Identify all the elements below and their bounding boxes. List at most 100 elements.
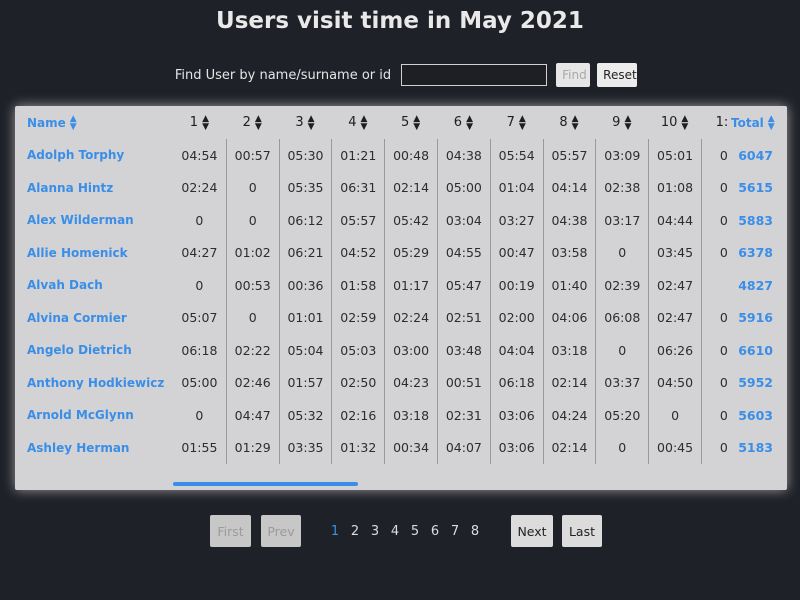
sort-icon[interactable]: ▲▼ bbox=[572, 114, 579, 131]
page-number-link[interactable]: 2 bbox=[345, 524, 365, 539]
reset-button[interactable]: Reset bbox=[597, 63, 638, 87]
page-number-link[interactable]: 7 bbox=[445, 524, 465, 539]
visit-time-cell: 03:06 bbox=[489, 431, 543, 464]
visit-time-cell: 01:17 bbox=[384, 269, 437, 302]
visit-time-cell: 05:00 bbox=[181, 375, 218, 391]
visit-time-cell: 02:14 bbox=[542, 431, 596, 464]
day-column-header[interactable]: 8 ▲ ▼ bbox=[543, 106, 596, 139]
day-column-header[interactable]: 10 ▲ ▼ bbox=[648, 106, 701, 139]
visit-time-cell: 04:52 bbox=[331, 236, 384, 269]
total-value: 5603 bbox=[738, 407, 773, 423]
page-number-link[interactable]: 5 bbox=[405, 524, 425, 539]
visit-time-cell: 03:58 bbox=[542, 236, 596, 269]
visit-time-cell: 06:31 bbox=[331, 171, 384, 204]
user-name-link[interactable]: Alex Wilderman bbox=[15, 204, 173, 237]
next-page-button[interactable]: Next bbox=[511, 515, 553, 547]
day-column-header[interactable]: 7 ▲ ▼ bbox=[490, 106, 543, 139]
search-label: Find User by name/surname or id bbox=[174, 67, 392, 83]
visit-time-cell: 05:35 bbox=[278, 171, 332, 204]
user-name-link[interactable]: Alvah Dach bbox=[15, 269, 173, 302]
visit-time-cell: 05:04 bbox=[278, 334, 332, 367]
total-value: 4827 bbox=[738, 277, 773, 293]
visit-table: Name▲▼1▲▼2▲▼3▲▼4▲▼5▲▼6▲▼7▲▼8▲▼9▲▼10▲▼1:▲… bbox=[15, 106, 754, 464]
prev-page-button[interactable]: Prev bbox=[261, 515, 301, 547]
visit-time-cell: 05:57 bbox=[331, 204, 384, 237]
visit-time-cell: 02:31 bbox=[436, 399, 490, 432]
visit-time-cell: 0 bbox=[225, 204, 279, 237]
user-name-link[interactable]: Anthony Hodkiewicz bbox=[15, 367, 173, 400]
page-number-link[interactable]: 6 bbox=[425, 524, 445, 539]
total-column-header[interactable]: Total ▲ ▼ bbox=[727, 106, 787, 139]
search-input[interactable] bbox=[401, 64, 548, 86]
first-page-button[interactable]: First bbox=[210, 515, 251, 547]
visit-time-cell: 02:38 bbox=[595, 171, 648, 204]
day-header-label: 9 bbox=[612, 115, 621, 130]
visit-time-cell: 00:34 bbox=[384, 431, 437, 464]
user-name-link[interactable]: Alvina Cormier bbox=[15, 302, 173, 335]
total-value: 5183 bbox=[738, 440, 773, 456]
visit-time-cell: 01:57 bbox=[278, 366, 332, 399]
find-button[interactable]: Find bbox=[556, 63, 591, 87]
visit-time-cell: 05:20 bbox=[595, 399, 648, 432]
total-value: 5615 bbox=[738, 180, 773, 196]
sort-icon[interactable]: ▲▼ bbox=[681, 114, 688, 131]
user-name-link[interactable]: Alanna Hintz bbox=[15, 172, 173, 205]
sort-icon[interactable]: ▲▼ bbox=[413, 114, 420, 131]
visit-time-cell: 0 bbox=[595, 334, 648, 367]
day-column-header[interactable]: 2 ▲ ▼ bbox=[226, 106, 279, 139]
visit-time-cell: 03:27 bbox=[489, 204, 543, 237]
page-number-link[interactable]: 4 bbox=[385, 524, 405, 539]
visit-time-cell: 03:18 bbox=[384, 399, 437, 432]
visit-time-cell: 02:51 bbox=[436, 301, 490, 334]
horizontal-scrollbar[interactable] bbox=[173, 482, 358, 486]
user-name-link[interactable]: Angelo Dietrich bbox=[15, 334, 173, 367]
page-number-link[interactable]: 1 bbox=[325, 524, 345, 539]
sort-icon[interactable]: ▲▼ bbox=[202, 114, 209, 131]
day-column-header[interactable]: 9 ▲ ▼ bbox=[595, 106, 648, 139]
sort-icon[interactable]: ▲▼ bbox=[308, 114, 315, 131]
visit-time-cell: 0 bbox=[225, 301, 279, 334]
sort-icon[interactable]: ▲▼ bbox=[624, 114, 631, 131]
visit-time-cell: 04:24 bbox=[542, 399, 596, 432]
sort-icon[interactable]: ▲▼ bbox=[70, 114, 77, 131]
day-column-header[interactable]: 3 ▲ ▼ bbox=[279, 106, 332, 139]
visit-time-cell: 01:32 bbox=[331, 431, 384, 464]
visit-time-cell: 02:59 bbox=[331, 301, 384, 334]
day-header-label: 7 bbox=[506, 115, 515, 130]
day-column-header[interactable]: 5 ▲ ▼ bbox=[384, 106, 437, 139]
page-number-link[interactable]: 3 bbox=[365, 524, 385, 539]
user-name-link[interactable]: Adolph Torphy bbox=[15, 139, 173, 172]
day-column-header[interactable]: 6 ▲ ▼ bbox=[437, 106, 490, 139]
visit-time-cell: 04:07 bbox=[436, 431, 490, 464]
day-column-header[interactable]: 4 ▲ ▼ bbox=[331, 106, 384, 139]
day-header-label: 5 bbox=[400, 115, 410, 130]
visit-time-cell: 01:29 bbox=[225, 431, 279, 464]
day-header-label: 6 bbox=[453, 115, 463, 130]
visit-time-cell: 03:18 bbox=[542, 334, 596, 367]
visit-time-cell: 02:47 bbox=[648, 269, 701, 302]
sort-icon[interactable]: ▲▼ bbox=[519, 114, 526, 131]
visit-time-cell: 00:51 bbox=[436, 366, 490, 399]
day-column-header[interactable]: 1 ▲ ▼ bbox=[173, 106, 226, 139]
user-name-link[interactable]: Allie Homenick bbox=[15, 237, 173, 270]
visit-time-cell: 05:32 bbox=[278, 399, 332, 432]
visit-time-cell: 03:48 bbox=[436, 334, 490, 367]
sort-icon[interactable]: ▲▼ bbox=[360, 114, 367, 131]
visit-time-cell: 05:29 bbox=[384, 236, 437, 269]
total-value: 6610 bbox=[738, 342, 773, 358]
page-number-link[interactable]: 8 bbox=[465, 524, 485, 539]
visit-time-cell: 04:44 bbox=[648, 204, 701, 237]
total-header-label: Total bbox=[731, 115, 764, 130]
user-name-link[interactable]: Ashley Herman bbox=[15, 432, 173, 465]
last-page-button[interactable]: Last bbox=[562, 515, 602, 547]
user-name-link[interactable]: Arnold McGlynn bbox=[15, 399, 173, 432]
sort-icon[interactable]: ▲▼ bbox=[466, 114, 473, 131]
sort-icon[interactable]: ▲▼ bbox=[255, 114, 262, 131]
visit-time-cell: 02:14 bbox=[384, 171, 437, 204]
visit-time-cell: 04:14 bbox=[542, 171, 596, 204]
sort-icon[interactable]: ▲▼ bbox=[768, 114, 775, 131]
visit-time-cell: 04:38 bbox=[542, 204, 596, 237]
name-column-header[interactable]: Name ▲ ▼ bbox=[15, 106, 173, 139]
visit-time-cell: 05:42 bbox=[384, 204, 437, 237]
visit-time-cell: 02:46 bbox=[225, 366, 279, 399]
